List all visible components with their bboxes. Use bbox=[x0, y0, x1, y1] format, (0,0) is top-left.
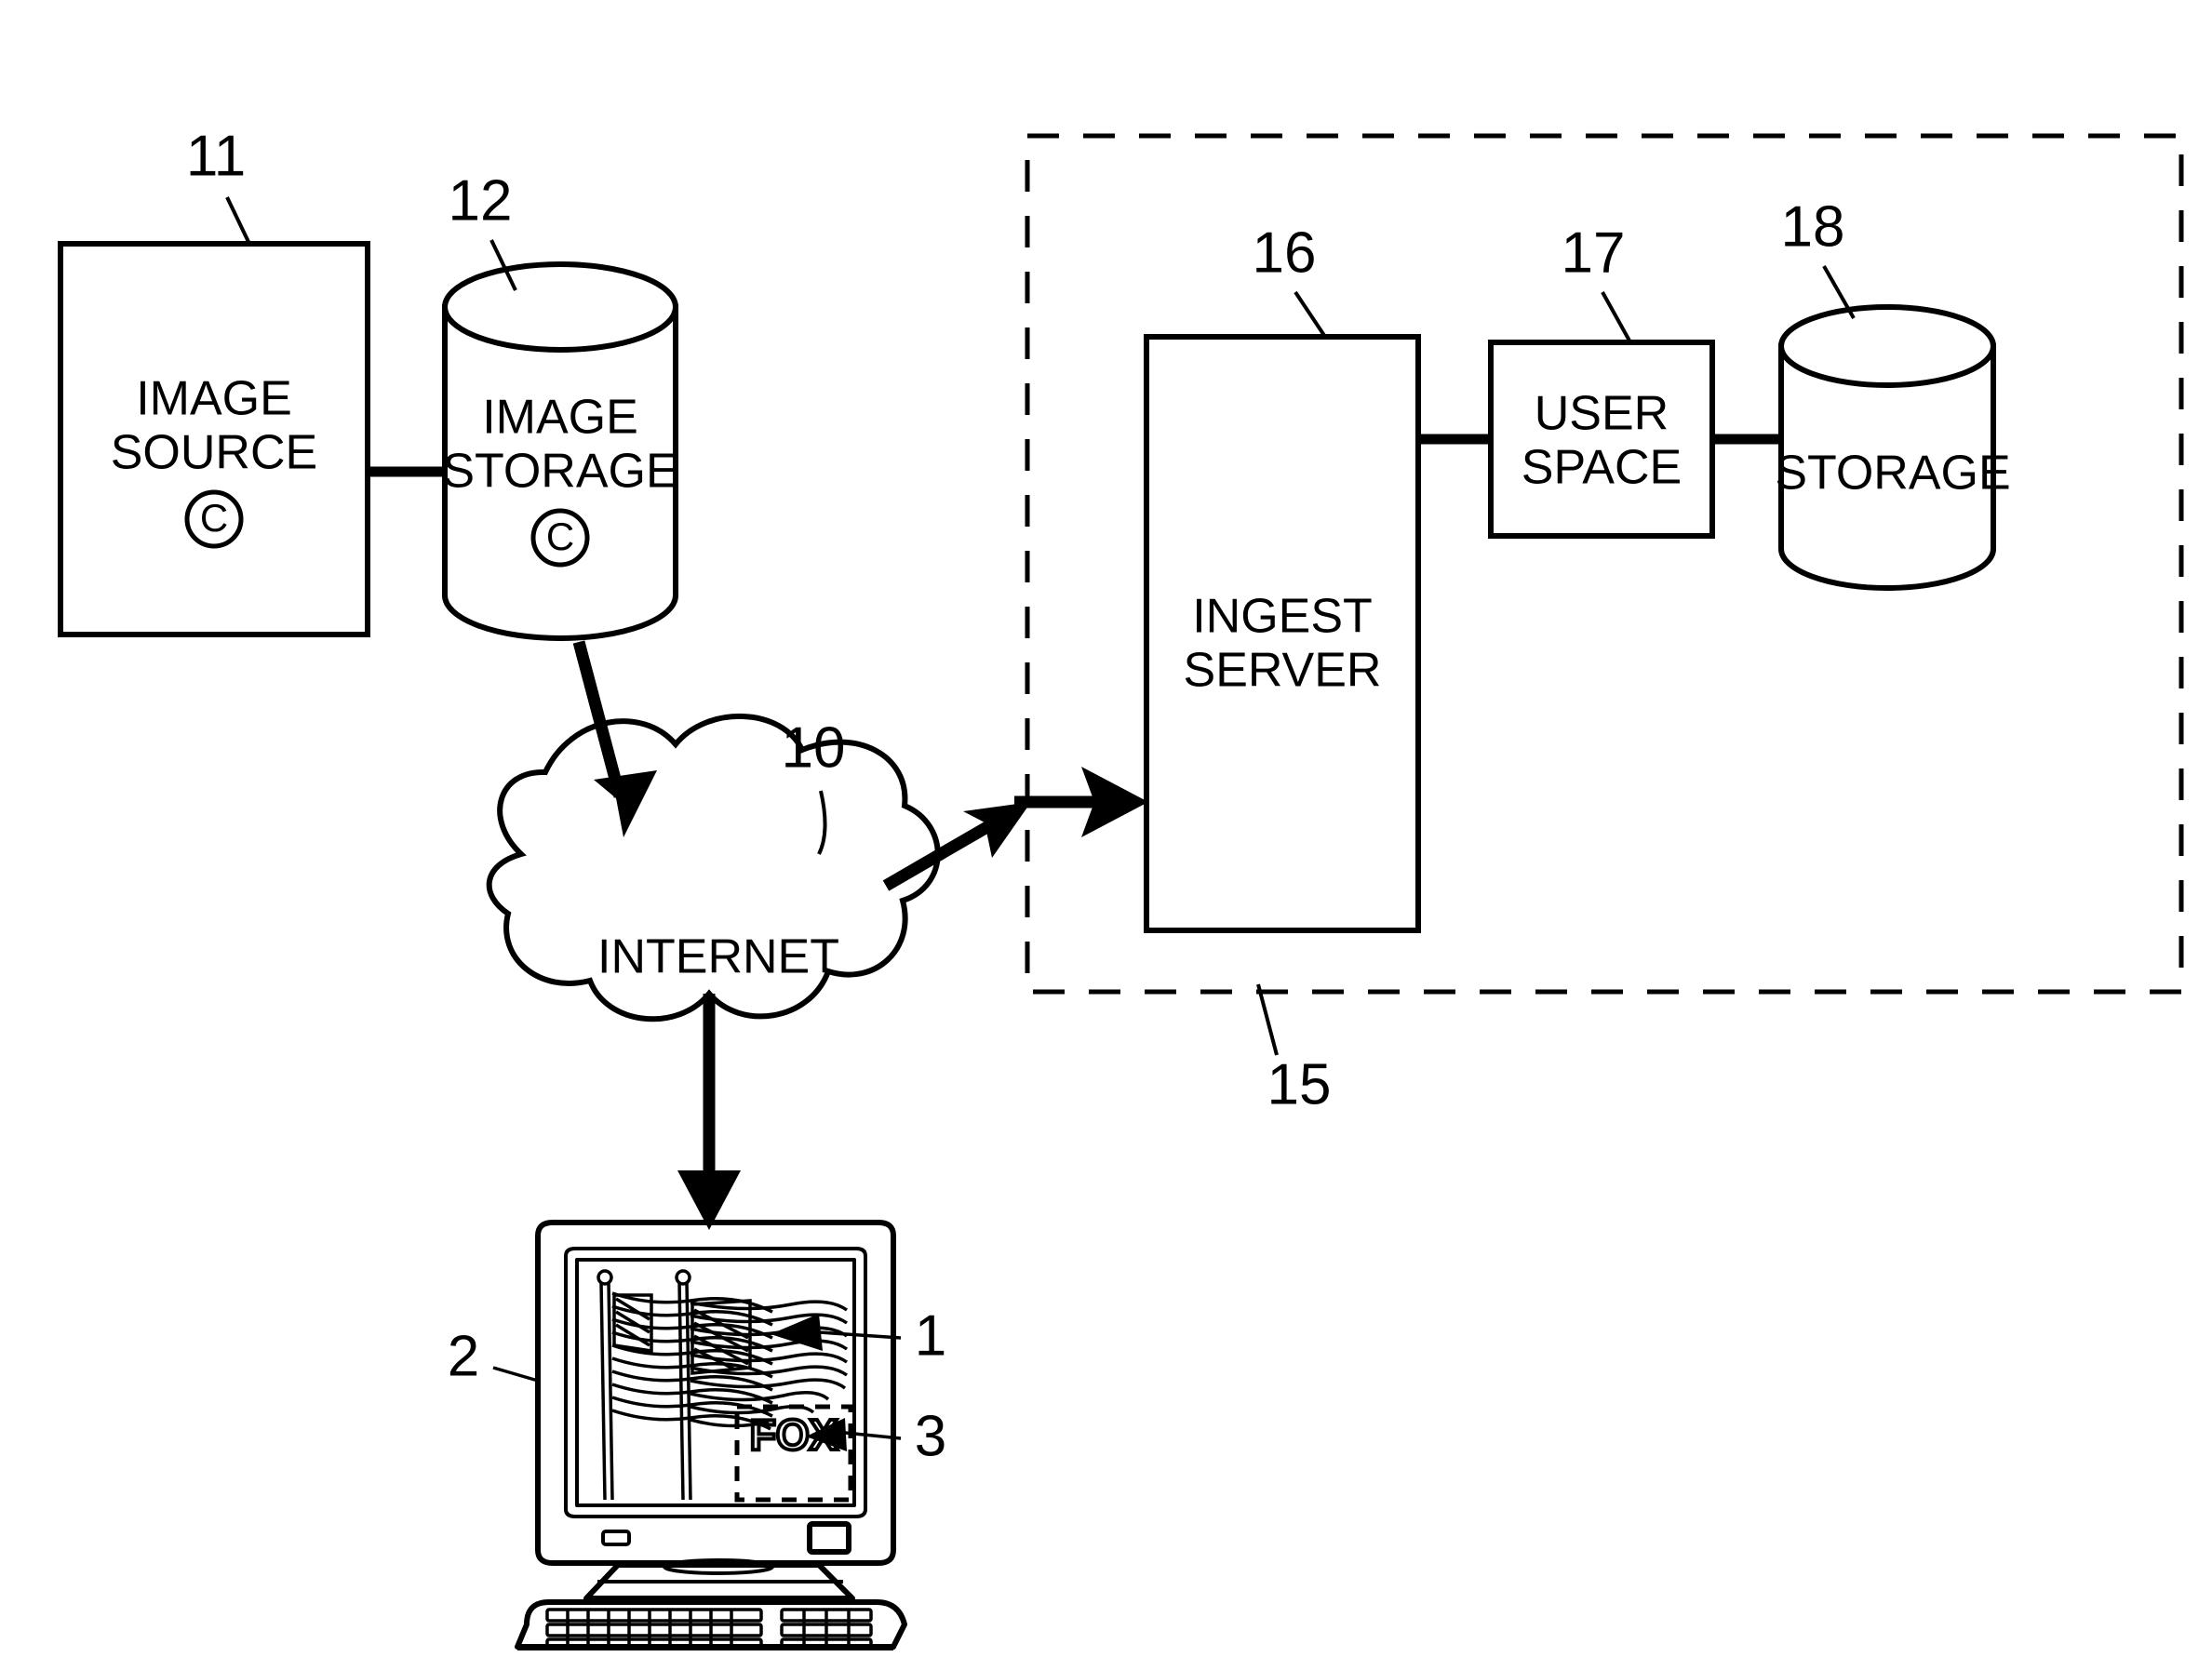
image-storage-label-line2: STORAGE bbox=[442, 445, 677, 499]
monitor-bezel bbox=[535, 1220, 896, 1566]
leader-15 bbox=[1256, 983, 1279, 1056]
flag-stripe-f6 bbox=[690, 1378, 847, 1390]
keyboard-key-grid-main bbox=[545, 1608, 763, 1650]
ingest-server-label-line2: SERVER bbox=[1184, 644, 1382, 698]
ingest-server-label-line1: INGEST bbox=[1192, 590, 1373, 644]
image-source-copyright-letter: C bbox=[200, 496, 228, 540]
ref-numeral-11: 11 bbox=[186, 124, 246, 188]
leader-1 bbox=[818, 1330, 902, 1340]
ref-numeral-10: 10 bbox=[782, 715, 846, 780]
monitor-indicator-led[interactable] bbox=[601, 1530, 631, 1546]
keyboard-key-grid-numpad bbox=[780, 1608, 873, 1650]
storage-cylinder-top bbox=[1778, 304, 1996, 388]
leader-2 bbox=[492, 1366, 539, 1383]
ref-numeral-1: 1 bbox=[915, 1303, 946, 1368]
ref-numeral-18: 18 bbox=[1781, 194, 1845, 259]
flag-finial-2 bbox=[675, 1269, 691, 1286]
leader-11 bbox=[225, 196, 251, 245]
patent-figure: FOX IMAGE SOURCE C IMAGE STORAGE C INTER… bbox=[0, 0, 2212, 1657]
diagram-canvas: FOX IMAGE SOURCE C IMAGE STORAGE C INTER… bbox=[58, 124, 2184, 1650]
ref-numeral-15: 15 bbox=[1267, 1052, 1332, 1116]
image-storage-cylinder-top bbox=[442, 261, 678, 353]
flag-pole-1 bbox=[599, 1281, 607, 1501]
leader-17 bbox=[1601, 291, 1632, 343]
image-storage-copyright-letter: C bbox=[546, 514, 574, 558]
image-storage-label-line1: IMAGE bbox=[482, 391, 638, 445]
ref-numeral-12: 12 bbox=[449, 168, 513, 233]
ref-numeral-16: 16 bbox=[1253, 220, 1317, 285]
ref-numeral-3: 3 bbox=[915, 1404, 946, 1468]
leader-16 bbox=[1294, 290, 1327, 339]
internet-label: INTERNET bbox=[597, 930, 839, 984]
monitor-power-button[interactable] bbox=[807, 1521, 851, 1555]
flag-finial-1 bbox=[597, 1269, 613, 1286]
user-space-label-line2: SPACE bbox=[1522, 441, 1682, 495]
image-source-label-line1: IMAGE bbox=[136, 372, 292, 426]
image-source-label-line2: SOURCE bbox=[111, 426, 317, 480]
ref-numeral-17: 17 bbox=[1562, 220, 1626, 285]
flag-pole-1b bbox=[607, 1281, 614, 1501]
user-space-label-line1: USER bbox=[1535, 387, 1669, 441]
storage-label: STORAGE bbox=[1775, 447, 2010, 501]
ref-numeral-2: 2 bbox=[448, 1324, 479, 1388]
